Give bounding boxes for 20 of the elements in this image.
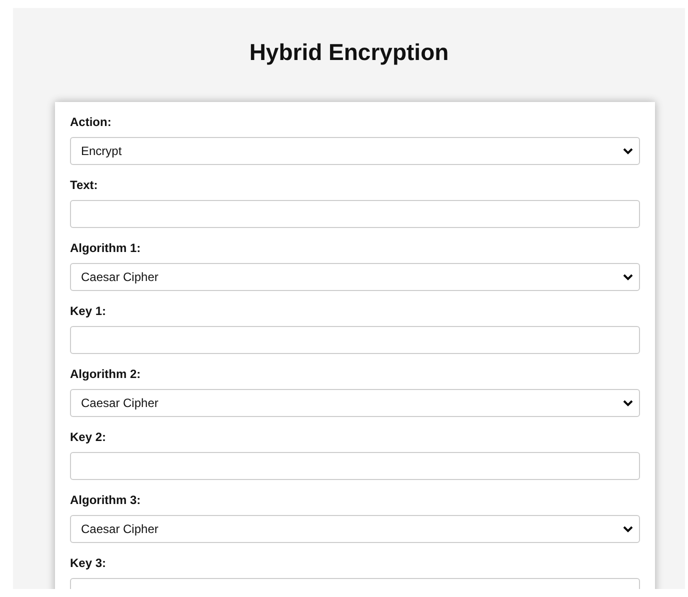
field-label: Algorithm 3: (70, 493, 142, 507)
field-label: Text: (70, 178, 99, 192)
chevron-down-icon (623, 274, 633, 280)
field-label: Key 3: (70, 556, 108, 570)
chevron-down-icon (623, 148, 633, 154)
field-label: Algorithm 2: (70, 367, 142, 381)
page-title: Hybrid Encryption (248, 38, 450, 66)
input-field[interactable] (70, 326, 640, 354)
input-field[interactable] (70, 200, 640, 228)
field-label: Key 2: (70, 430, 108, 444)
dropdown[interactable]: Caesar Cipher (70, 389, 640, 417)
input-field[interactable] (70, 452, 640, 480)
field-label: Action: (70, 115, 112, 129)
field-label: Algorithm 1: (70, 241, 142, 255)
dropdown[interactable]: Caesar Cipher (70, 263, 640, 291)
dropdown[interactable]: Caesar Cipher (70, 515, 640, 543)
chevron-down-icon (623, 526, 633, 532)
chevron-down-icon (623, 400, 633, 406)
dropdown[interactable]: Encrypt (70, 137, 640, 165)
field-label: Key 1: (70, 304, 108, 318)
